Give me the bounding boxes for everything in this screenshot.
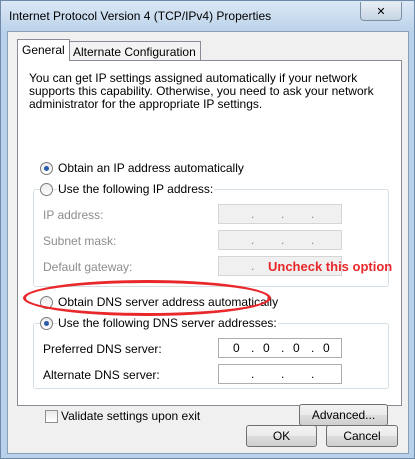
- alternate-dns-input[interactable]: ...: [218, 364, 342, 384]
- use-following-ip-radio[interactable]: [40, 183, 53, 196]
- obtain-ip-auto-label: Obtain an IP address automatically: [57, 161, 245, 175]
- properties-dialog: Internet Protocol Version 4 (TCP/IPv4) P…: [0, 0, 415, 459]
- preferred-dns-label: Preferred DNS server:: [43, 342, 162, 356]
- preferred-dns-octet-4: 0: [323, 341, 330, 355]
- advanced-button-label: Advanced...: [311, 408, 376, 422]
- use-following-dns-radio[interactable]: [40, 317, 53, 330]
- ok-button-label: OK: [272, 429, 291, 443]
- annotation-ellipse: [23, 280, 271, 316]
- alternate-dns-label: Alternate DNS server:: [43, 368, 160, 382]
- default-gateway-label: Default gateway:: [43, 260, 133, 274]
- preferred-dns-input[interactable]: 0 . 0 . 0 . 0: [218, 338, 342, 358]
- cancel-button[interactable]: Cancel: [326, 425, 398, 447]
- window-title: Internet Protocol Version 4 (TCP/IPv4) P…: [9, 9, 272, 23]
- cancel-button-label: Cancel: [343, 429, 381, 443]
- ip-address-input[interactable]: ...: [218, 204, 342, 224]
- tab-alternate-configuration[interactable]: Alternate Configuration: [68, 41, 201, 61]
- general-tab-panel: You can get IP settings assigned automat…: [17, 60, 402, 426]
- preferred-dns-octet-3: 0: [293, 341, 300, 355]
- validate-settings-checkbox[interactable]: [45, 410, 58, 423]
- subnet-mask-label: Subnet mask:: [43, 234, 117, 248]
- obtain-ip-auto-radio[interactable]: [40, 162, 53, 175]
- validate-settings-label: Validate settings upon exit: [61, 409, 201, 423]
- preferred-dns-octet-1: 0: [233, 341, 240, 355]
- use-following-ip-label: Use the following IP address:: [57, 182, 215, 196]
- dialog-client-area: General Alternate Configuration You can …: [7, 31, 409, 454]
- annotation-text: Uncheck this option: [268, 259, 393, 274]
- use-following-dns-label: Use the following DNS server addresses:: [57, 316, 278, 330]
- advanced-button[interactable]: Advanced...: [299, 404, 388, 426]
- preferred-dns-octet-2: 0: [263, 341, 270, 355]
- tab-alternate-configuration-label: Alternate Configuration: [73, 45, 196, 59]
- close-icon: ✕: [376, 5, 386, 18]
- title-bar[interactable]: Internet Protocol Version 4 (TCP/IPv4) P…: [1, 1, 414, 31]
- tab-general-label: General: [22, 43, 65, 57]
- ok-button[interactable]: OK: [246, 425, 317, 447]
- subnet-mask-input[interactable]: ...: [218, 230, 342, 250]
- tab-general[interactable]: General: [17, 39, 70, 61]
- ip-address-label: IP address:: [43, 208, 104, 222]
- description-text: You can get IP settings assigned automat…: [29, 71, 374, 111]
- close-button[interactable]: ✕: [360, 2, 402, 21]
